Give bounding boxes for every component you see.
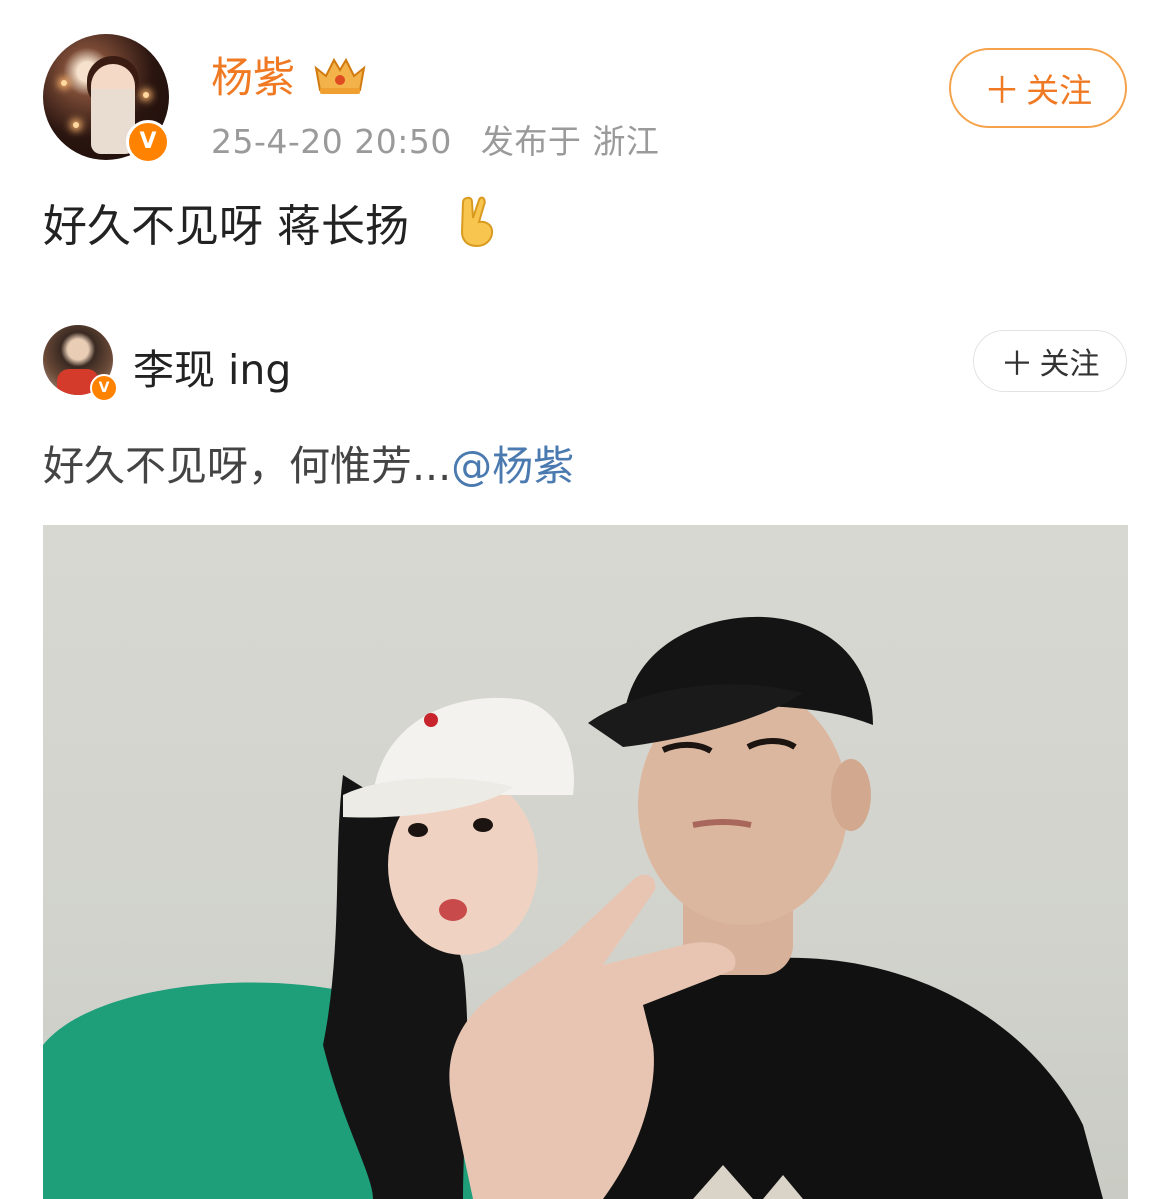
repost-author-name[interactable]: 李现 ing (133, 336, 291, 396)
plus-icon: ＋ (983, 69, 1021, 112)
post-location: 发布于 浙江 (480, 122, 660, 161)
follow-label: 关注 (1026, 71, 1093, 110)
author-name[interactable]: 杨紫 (211, 44, 295, 105)
repost-follow-button[interactable]: ＋ 关注 (973, 330, 1127, 392)
victory-hand-icon (460, 196, 494, 248)
weibo-post: V 杨紫 25-4-20 20:50 发布于 浙江 ＋ 关注 好久不见呀 蒋长扬… (0, 0, 1170, 1199)
repost-text-body: 好久不见呀，何惟芳... (43, 442, 452, 490)
selfie-image (43, 616, 1103, 1199)
post-text: 好久不见呀 蒋长扬 (43, 201, 409, 252)
repost-text: 好久不见呀，何惟芳...@杨紫 (43, 432, 574, 492)
repost-follow-label: 关注 (1039, 347, 1100, 382)
mention-link[interactable]: @杨紫 (451, 442, 574, 490)
post-photo[interactable] (43, 525, 1128, 1199)
follow-button[interactable]: ＋ 关注 (949, 48, 1127, 128)
post-time: 25-4-20 20:50 (211, 122, 452, 161)
plus-icon: ＋ (1000, 344, 1034, 383)
verified-v-icon: V (126, 120, 170, 164)
crown-icon (314, 57, 366, 94)
post-meta: 25-4-20 20:50 发布于 浙江 (211, 115, 677, 163)
verified-v-icon: V (90, 374, 118, 402)
